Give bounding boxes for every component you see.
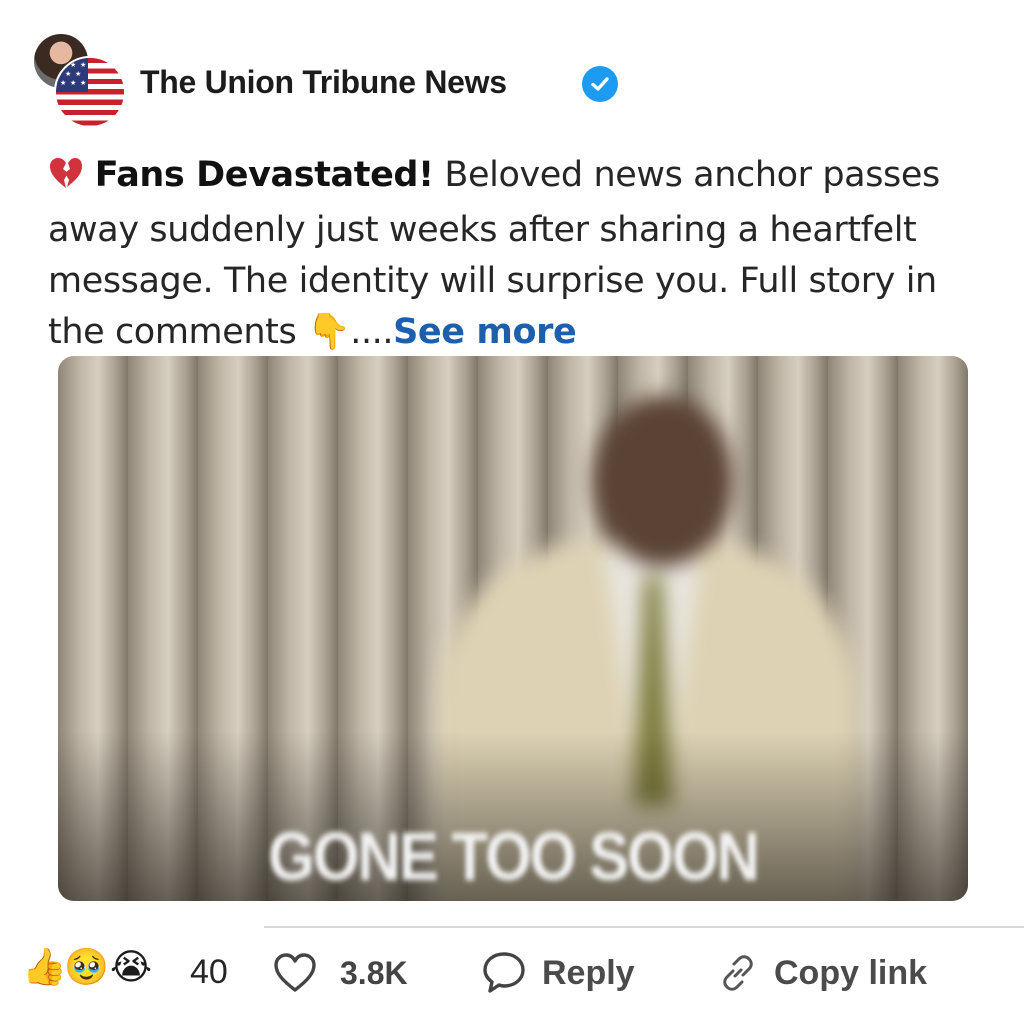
copy-link-label: Copy link	[774, 953, 928, 992]
post-ellipsis: ....	[350, 312, 394, 352]
page-name[interactable]: The Union Tribune News	[140, 64, 507, 101]
us-flag-icon: ★ ★ ★ ★ ★ ★ ★ ★	[54, 56, 126, 128]
reply-button[interactable]: Reply	[480, 948, 635, 998]
backhand-index-pointing-down-icon: 👇	[307, 312, 351, 352]
like-count: 3.8K	[340, 955, 408, 991]
reactions-summary[interactable]: 👍 🥹 😭	[22, 946, 162, 990]
like-button[interactable]	[272, 948, 318, 998]
page-avatar[interactable]: ★ ★ ★ ★ ★ ★ ★ ★	[34, 34, 126, 128]
link-icon	[723, 955, 753, 991]
thumbs-up-icon: 👍	[22, 947, 67, 988]
face-holding-back-tears-icon: 🥹	[64, 947, 109, 988]
image-overlay-text: GONE TOO SOON	[268, 817, 760, 896]
broken-heart-icon	[48, 154, 84, 205]
loudly-crying-face-icon: 😭	[110, 947, 153, 988]
reply-label: Reply	[542, 953, 635, 992]
divider	[264, 926, 1024, 928]
copy-link-button[interactable]: Copy link	[716, 948, 927, 998]
post-image[interactable]: GONE TOO SOON	[58, 356, 968, 901]
post-headline: Fans Devastated!	[94, 155, 434, 195]
reaction-count: 40	[190, 953, 228, 991]
verified-check-icon	[582, 66, 618, 102]
heart-outline-icon	[274, 953, 316, 992]
speech-bubble-icon	[483, 952, 525, 993]
post-text: Fans Devastated! Beloved news anchor pas…	[48, 150, 978, 358]
see-more-link[interactable]: See more	[393, 312, 577, 352]
